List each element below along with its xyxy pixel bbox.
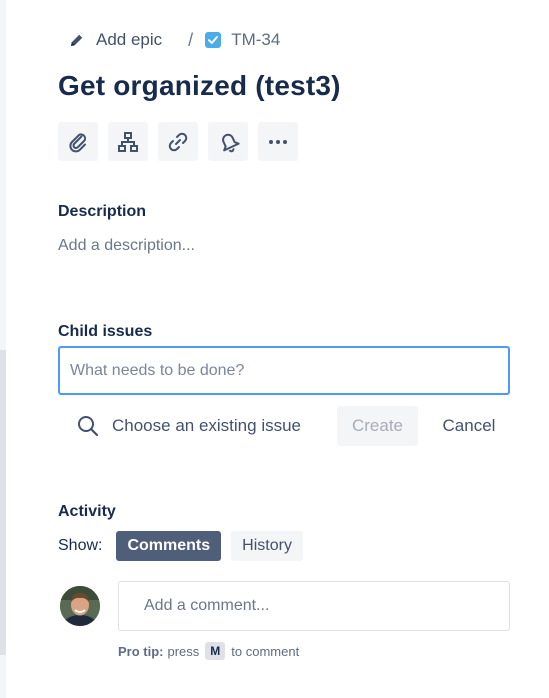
pencil-icon <box>71 34 83 46</box>
page-title[interactable]: Get organized (test3) <box>58 70 341 102</box>
attach-button[interactable] <box>58 122 98 161</box>
choose-existing-label: Choose an existing issue <box>112 416 302 435</box>
add-epic-link[interactable]: Add epic <box>68 30 162 50</box>
paperclip-icon <box>69 132 87 152</box>
pro-tip-label: Pro tip: <box>118 643 164 659</box>
marketplace-apps-button[interactable] <box>208 122 248 161</box>
link-icon <box>168 132 188 151</box>
description-field[interactable]: Add a description... <box>58 237 195 255</box>
left-scroll-rail <box>0 0 6 698</box>
description-heading: Description <box>58 203 147 220</box>
choose-existing-issue-button[interactable]: Choose an existing issue <box>76 410 301 442</box>
activity-filter: Show: Comments History <box>58 531 313 561</box>
child-issues-heading: Child issues <box>58 323 153 340</box>
bell-icon <box>222 133 240 152</box>
hierarchy-icon <box>118 131 138 152</box>
add-epic-label: Add epic <box>96 30 163 49</box>
more-icon <box>269 139 287 144</box>
breadcrumb-separator: / <box>188 29 194 50</box>
tab-comments[interactable]: Comments <box>116 531 222 561</box>
pro-tip-press: press <box>167 643 200 659</box>
issue-toolbar <box>58 122 298 161</box>
activity-heading: Activity <box>58 503 116 520</box>
show-label: Show: <box>58 537 103 554</box>
avatar <box>60 586 100 626</box>
comment-input[interactable]: Add a comment... <box>118 581 510 631</box>
task-checkbox-icon <box>205 32 222 48</box>
child-issue-button[interactable] <box>108 122 148 161</box>
child-issue-input[interactable] <box>58 346 510 395</box>
cancel-button[interactable]: Cancel <box>430 406 508 446</box>
issue-key-link[interactable]: TM-34 <box>205 30 280 50</box>
issue-key: TM-34 <box>231 30 281 49</box>
breadcrumb: Add epic / TM-34 <box>68 28 280 52</box>
scrollbar-thumb[interactable] <box>0 350 6 655</box>
create-button[interactable]: Create <box>337 406 418 446</box>
pro-tip-suffix: to comment <box>231 643 300 659</box>
shortcut-key-m: M <box>205 642 226 660</box>
link-issue-button[interactable] <box>158 122 198 161</box>
pro-tip: Pro tip: press M to comment <box>118 641 299 661</box>
more-actions-button[interactable] <box>258 122 298 161</box>
search-icon <box>78 416 99 437</box>
tab-history[interactable]: History <box>231 531 303 561</box>
